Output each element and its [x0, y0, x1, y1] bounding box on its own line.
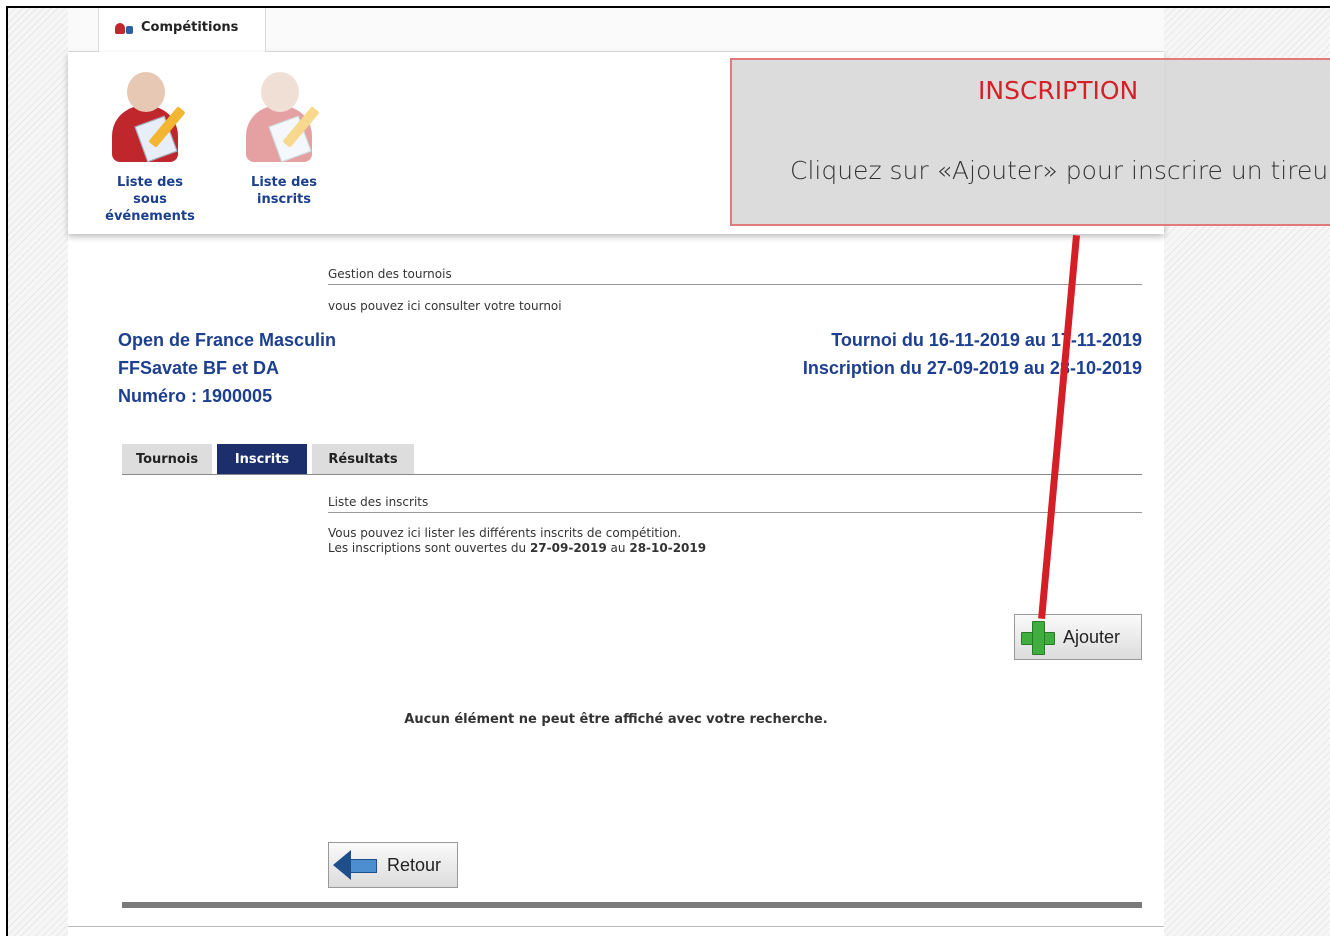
user-list-icon	[234, 64, 334, 168]
tournament-info: Open de France Masculin FFSavate BF et D…	[118, 326, 336, 410]
tabs: Tournois Inscrits Résultats	[122, 444, 1142, 475]
top-tab-bar: Compétitions	[68, 8, 1164, 52]
competitions-icon	[115, 21, 135, 35]
desc-end-date: 28-10-2019	[629, 541, 707, 555]
tournament-dates-block: Tournoi du 16-11-2019 au 17-11-2019 Insc…	[803, 326, 1142, 382]
desc-prefix: Les inscriptions sont ouvertes du	[328, 541, 527, 555]
empty-message: Aucun élément ne peut être affiché avec …	[404, 712, 828, 727]
registrants-label-2: inscrits	[257, 192, 311, 207]
list-desc-line1: Vous pouvez ici lister les différents in…	[328, 526, 682, 540]
plus-icon	[1021, 621, 1055, 655]
list-description: Vous pouvez ici lister les différents in…	[328, 526, 706, 556]
list-desc-line2: Les inscriptions sont ouvertes du 27-09-…	[328, 541, 706, 556]
footer-bar	[122, 902, 1142, 908]
tournament-number: Numéro : 1900005	[118, 386, 273, 406]
registration-dates: Inscription du 27-09-2019 au 28-10-2019	[802, 358, 1142, 378]
desc-start-date: 27-09-2019	[529, 541, 607, 555]
back-button[interactable]: Retour	[328, 842, 458, 888]
tab-tournois[interactable]: Tournois	[122, 444, 212, 474]
list-title: Liste des inscrits	[328, 495, 1142, 513]
sub-events-label-2: sous	[133, 192, 167, 207]
section-title: Gestion des tournois	[328, 267, 1142, 285]
sub-events-label-3: événements	[105, 209, 195, 224]
add-button-label: Ajouter	[1063, 626, 1121, 647]
toolbar-sub-events[interactable]: Liste des sous événements	[100, 64, 200, 225]
sub-events-label-1: Liste des	[117, 175, 183, 190]
tab-competitions-label: Compétitions	[141, 20, 239, 35]
footer-line	[68, 926, 1164, 927]
tab-competitions[interactable]: Compétitions	[98, 8, 266, 52]
desc-au: au	[610, 541, 626, 555]
callout-title: INSCRIPTION	[978, 76, 1139, 105]
tournament-category: FFSavate BF et DA	[118, 358, 280, 378]
add-button[interactable]: Ajouter	[1014, 614, 1142, 660]
back-button-label: Retour	[387, 854, 442, 875]
registrants-label-1: Liste des	[251, 175, 317, 190]
user-edit-icon	[100, 64, 200, 168]
callout-box: INSCRIPTION Cliquez sur «Ajouter» pour i…	[730, 58, 1330, 226]
tournament-dates: Tournoi du 16-11-2019 au 17-11-2019	[831, 330, 1142, 350]
back-arrow-icon	[333, 850, 377, 880]
tournament-name: Open de France Masculin	[118, 330, 337, 350]
callout-text: Cliquez sur «Ajouter» pour inscrire un t…	[790, 156, 1329, 185]
toolbar-registrants[interactable]: Liste des inscrits	[234, 64, 334, 208]
section-subtitle: vous pouvez ici consulter votre tournoi	[328, 299, 562, 313]
tab-resultats[interactable]: Résultats	[312, 444, 414, 474]
tab-inscrits[interactable]: Inscrits	[217, 444, 307, 474]
